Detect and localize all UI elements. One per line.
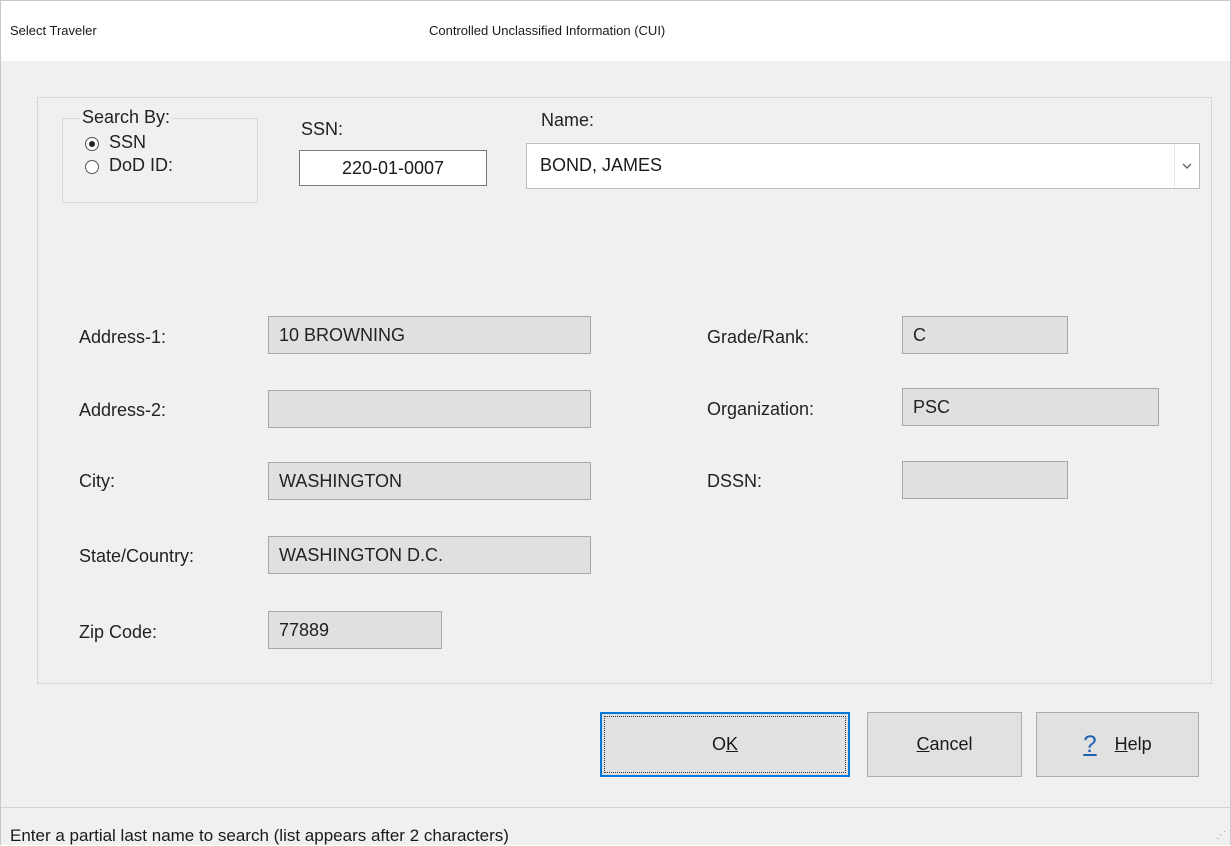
search-by-label: Search By: — [80, 107, 173, 128]
ssn-input[interactable]: 220-01-0007 — [299, 150, 487, 186]
name-combobox-value: BOND, JAMES — [540, 155, 663, 175]
radio-ssn-label[interactable]: SSN — [109, 132, 146, 153]
select-traveler-window: Select Traveler Controlled Unclassified … — [0, 0, 1231, 845]
address1-field: 10 BROWNING — [268, 316, 591, 354]
title-bar: Select Traveler Controlled Unclassified … — [1, 1, 1230, 61]
state-country-field: WASHINGTON D.C. — [268, 536, 591, 574]
dssn-label: DSSN: — [707, 471, 763, 491]
classification-banner: Controlled Unclassified Information (CUI… — [429, 23, 666, 38]
ok-button-label: OK — [711, 734, 739, 754]
radio-dod-id[interactable] — [85, 160, 99, 174]
name-combobox[interactable]: BOND, JAMES — [526, 143, 1200, 189]
organization-field: PSC — [902, 388, 1159, 426]
ok-button[interactable]: OK — [600, 712, 850, 777]
address2-field — [268, 390, 591, 428]
name-label: Name: — [541, 110, 595, 130]
address1-label: Address-1: — [79, 327, 167, 347]
question-mark-icon: ? — [1083, 730, 1097, 758]
chevron-down-icon[interactable] — [1174, 144, 1199, 188]
zip-code-label: Zip Code: — [79, 622, 158, 642]
state-country-label: State/Country: — [79, 546, 195, 566]
cancel-button[interactable]: Cancel — [867, 712, 1022, 777]
resize-grip-icon[interactable]: ⋰ — [1216, 830, 1226, 841]
help-button[interactable]: ? Help — [1036, 712, 1199, 777]
radio-dod-id-label[interactable]: DoD ID: — [109, 155, 173, 176]
radio-ssn[interactable] — [85, 137, 99, 151]
zip-code-field: 77889 — [268, 611, 442, 649]
status-bar: Enter a partial last name to search (lis… — [1, 807, 1230, 845]
help-button-label: Help — [1114, 734, 1152, 754]
dssn-field — [902, 461, 1068, 499]
ssn-label: SSN: — [301, 119, 344, 139]
city-field: WASHINGTON — [268, 462, 591, 500]
address2-label: Address-2: — [79, 400, 167, 420]
cancel-button-label: Cancel — [916, 734, 973, 754]
status-text: Enter a partial last name to search (lis… — [10, 826, 509, 845]
organization-label: Organization: — [707, 399, 815, 419]
window-title: Select Traveler — [10, 23, 97, 38]
grade-rank-field: C — [902, 316, 1068, 354]
city-label: City: — [79, 471, 115, 491]
grade-rank-label: Grade/Rank: — [707, 327, 810, 347]
